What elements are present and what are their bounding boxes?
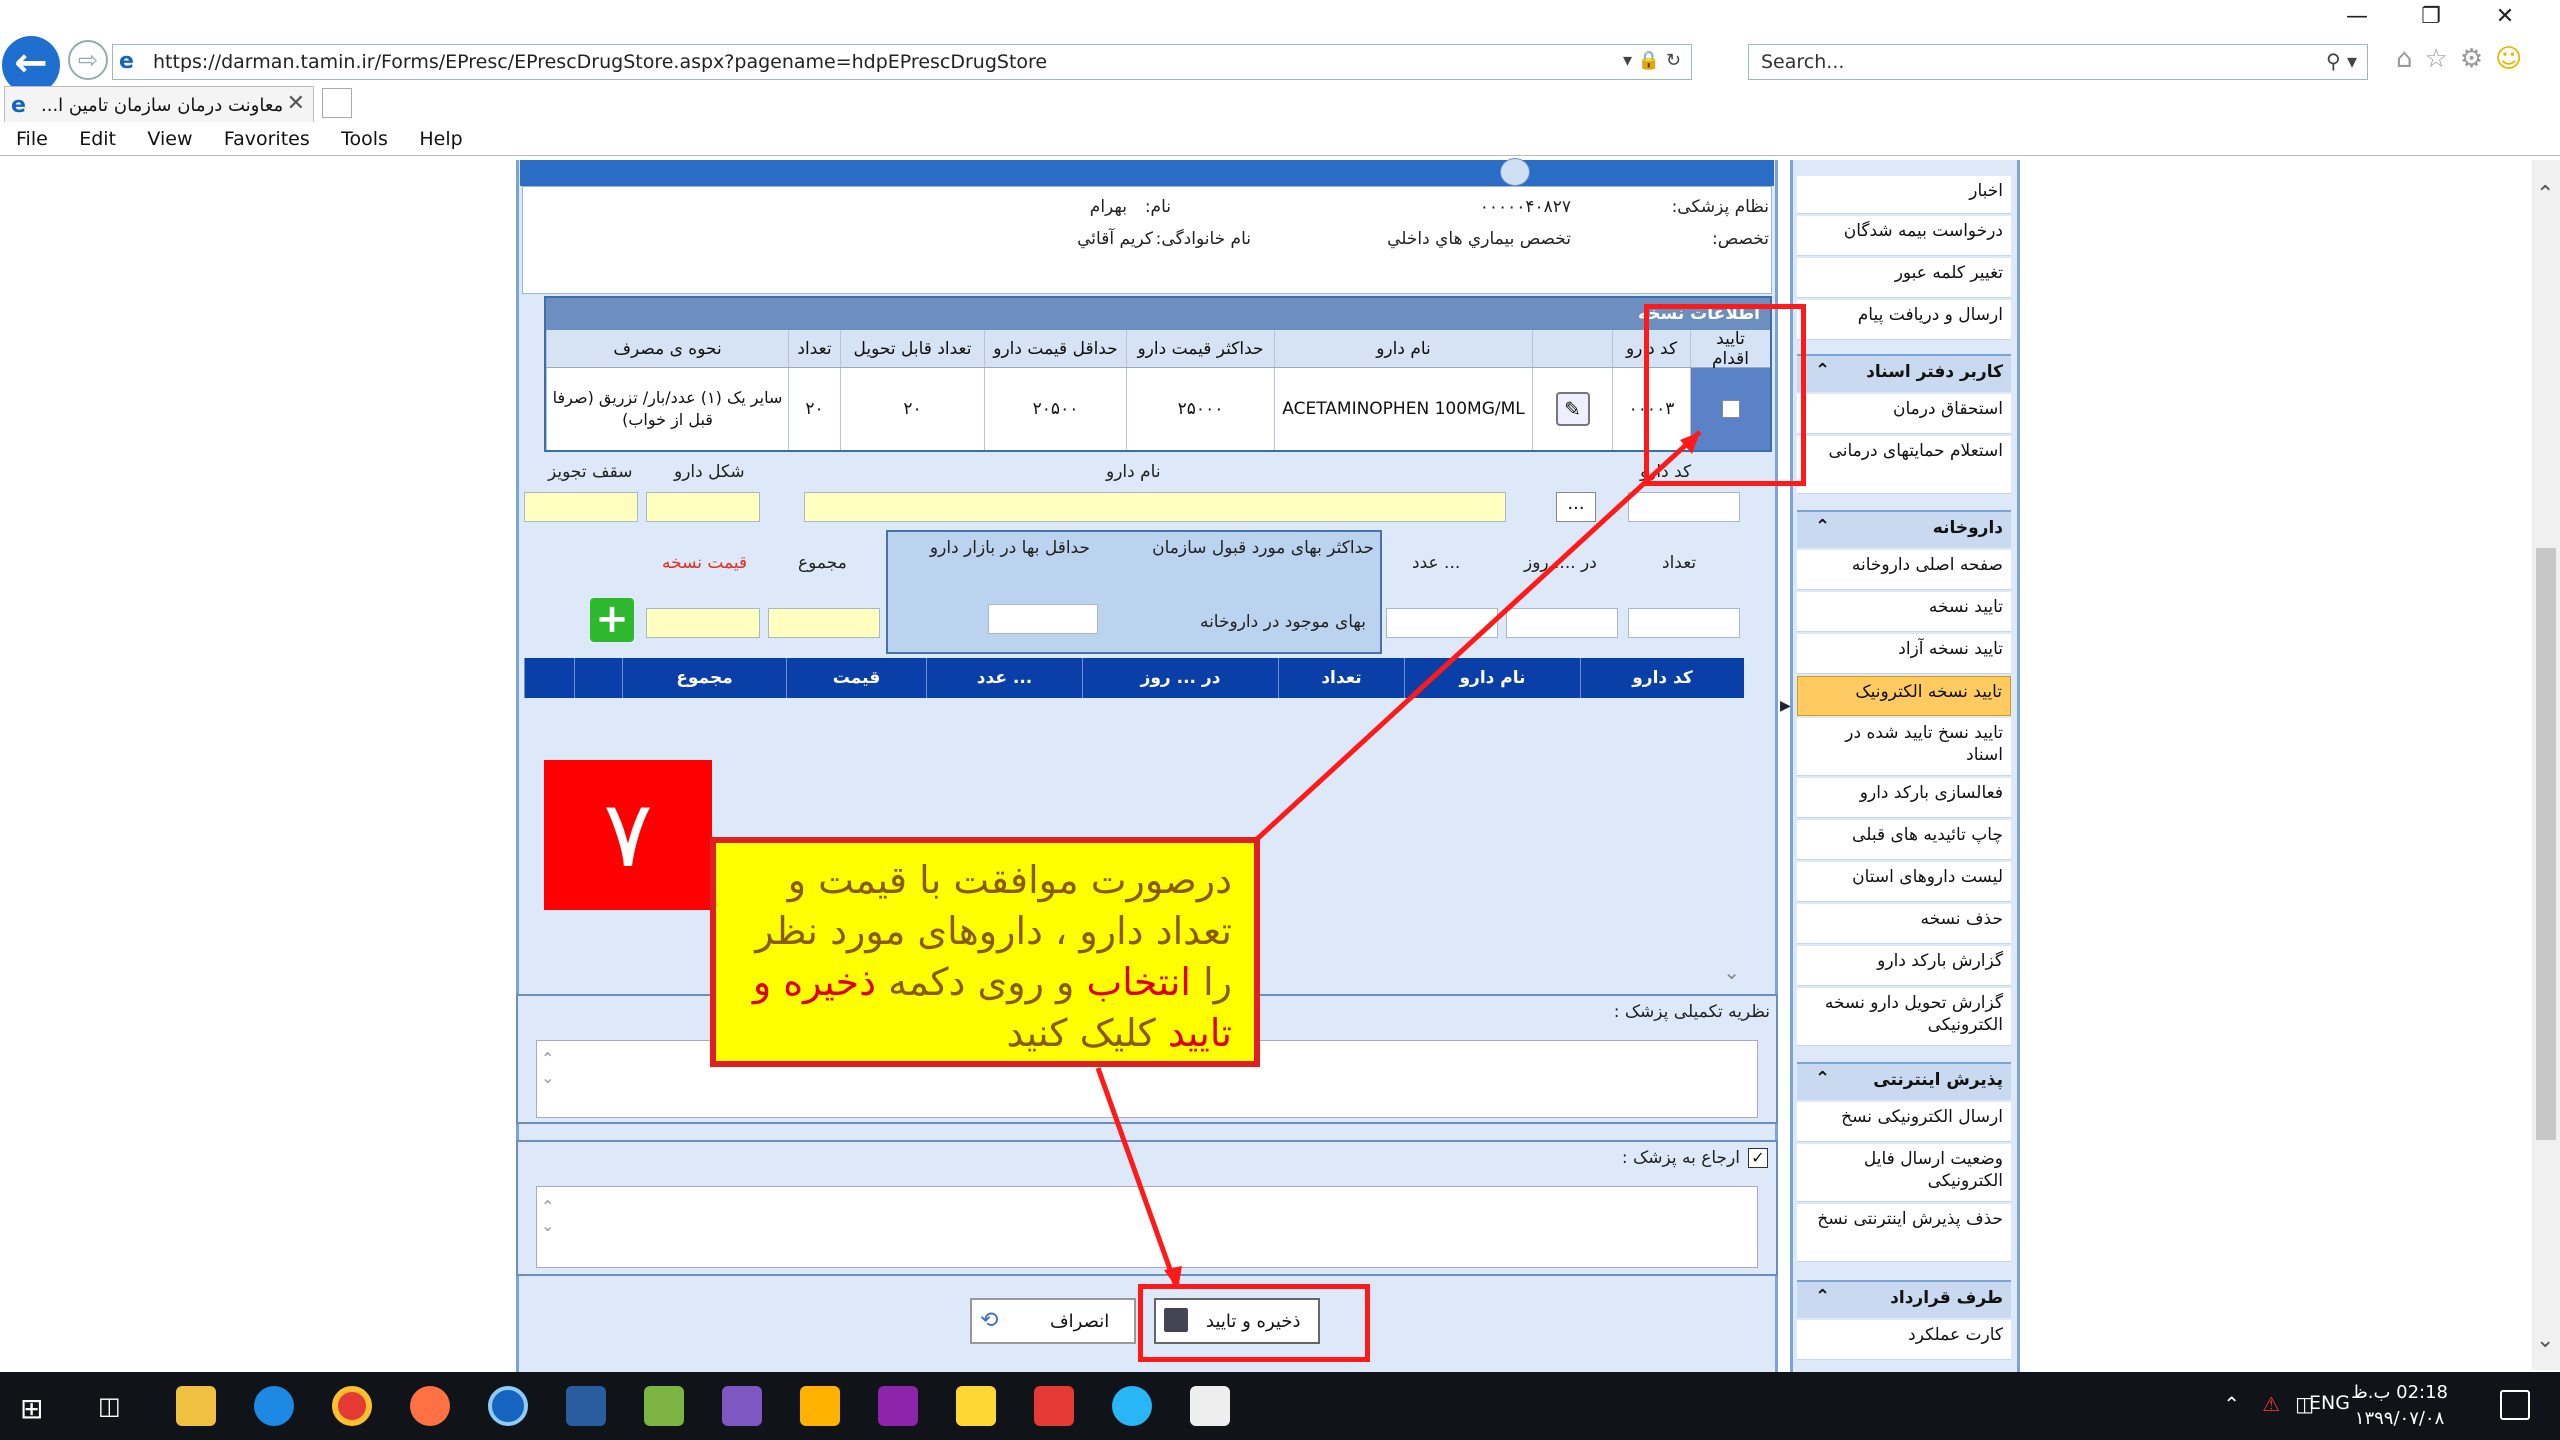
- note-highlight-select: انتخاب: [1086, 960, 1191, 1004]
- windows-start-icon[interactable]: ⊞: [20, 1392, 43, 1425]
- internet-explorer-icon[interactable]: [488, 1386, 528, 1426]
- clock-time: 02:18 ب.ظ: [2351, 1382, 2448, 1403]
- people-icon[interactable]: [1112, 1386, 1152, 1426]
- file-explorer-icon[interactable]: [176, 1386, 216, 1426]
- network-warning-icon[interactable]: ⚠: [2262, 1392, 2280, 1416]
- windows-taskbar: ⊞ ◫ ⌃ ⚠ ◫ ENG 02:18 ب.ظ ۱۳۹۹/۰۷/۰۸: [0, 1372, 2560, 1440]
- notification-icon[interactable]: [2500, 1390, 2530, 1420]
- anydesk-icon[interactable]: [1034, 1386, 1074, 1426]
- arrow-to-save: [1095, 1067, 1179, 1287]
- edge-icon[interactable]: [254, 1386, 294, 1426]
- arrowhead-save: [1164, 1266, 1182, 1290]
- note-text-3: کلیک کنید: [1006, 1011, 1156, 1055]
- visual-studio-icon[interactable]: [722, 1386, 762, 1426]
- mail-icon[interactable]: [800, 1386, 840, 1426]
- app-tool-icon[interactable]: [644, 1386, 684, 1426]
- task-view-icon[interactable]: ◫: [98, 1392, 121, 1420]
- visual-studio-2-icon[interactable]: [878, 1386, 918, 1426]
- firefox-icon[interactable]: [410, 1386, 450, 1426]
- calculator-icon[interactable]: [1190, 1386, 1230, 1426]
- sticky-notes-icon[interactable]: [956, 1386, 996, 1426]
- app-m-icon[interactable]: [566, 1386, 606, 1426]
- annotation-note: درصورت موافقت با قیمت و تعداد دارو ، دار…: [710, 837, 1260, 1067]
- note-text-2: و روی دکمه: [888, 960, 1075, 1004]
- step-number-badge: ۷: [544, 760, 712, 910]
- clock-date: ۱۳۹۹/۰۷/۰۸: [2354, 1408, 2445, 1429]
- arrow-to-checkbox: [1254, 430, 1702, 842]
- language-indicator[interactable]: ENG: [2309, 1392, 2350, 1414]
- annotation-arrows: [1095, 430, 1702, 1290]
- taskbar-clock[interactable]: 02:18 ب.ظ ۱۳۹۹/۰۷/۰۸: [2351, 1380, 2448, 1432]
- tray-chevron-icon[interactable]: ⌃: [2223, 1392, 2240, 1416]
- chrome-icon[interactable]: [332, 1386, 372, 1426]
